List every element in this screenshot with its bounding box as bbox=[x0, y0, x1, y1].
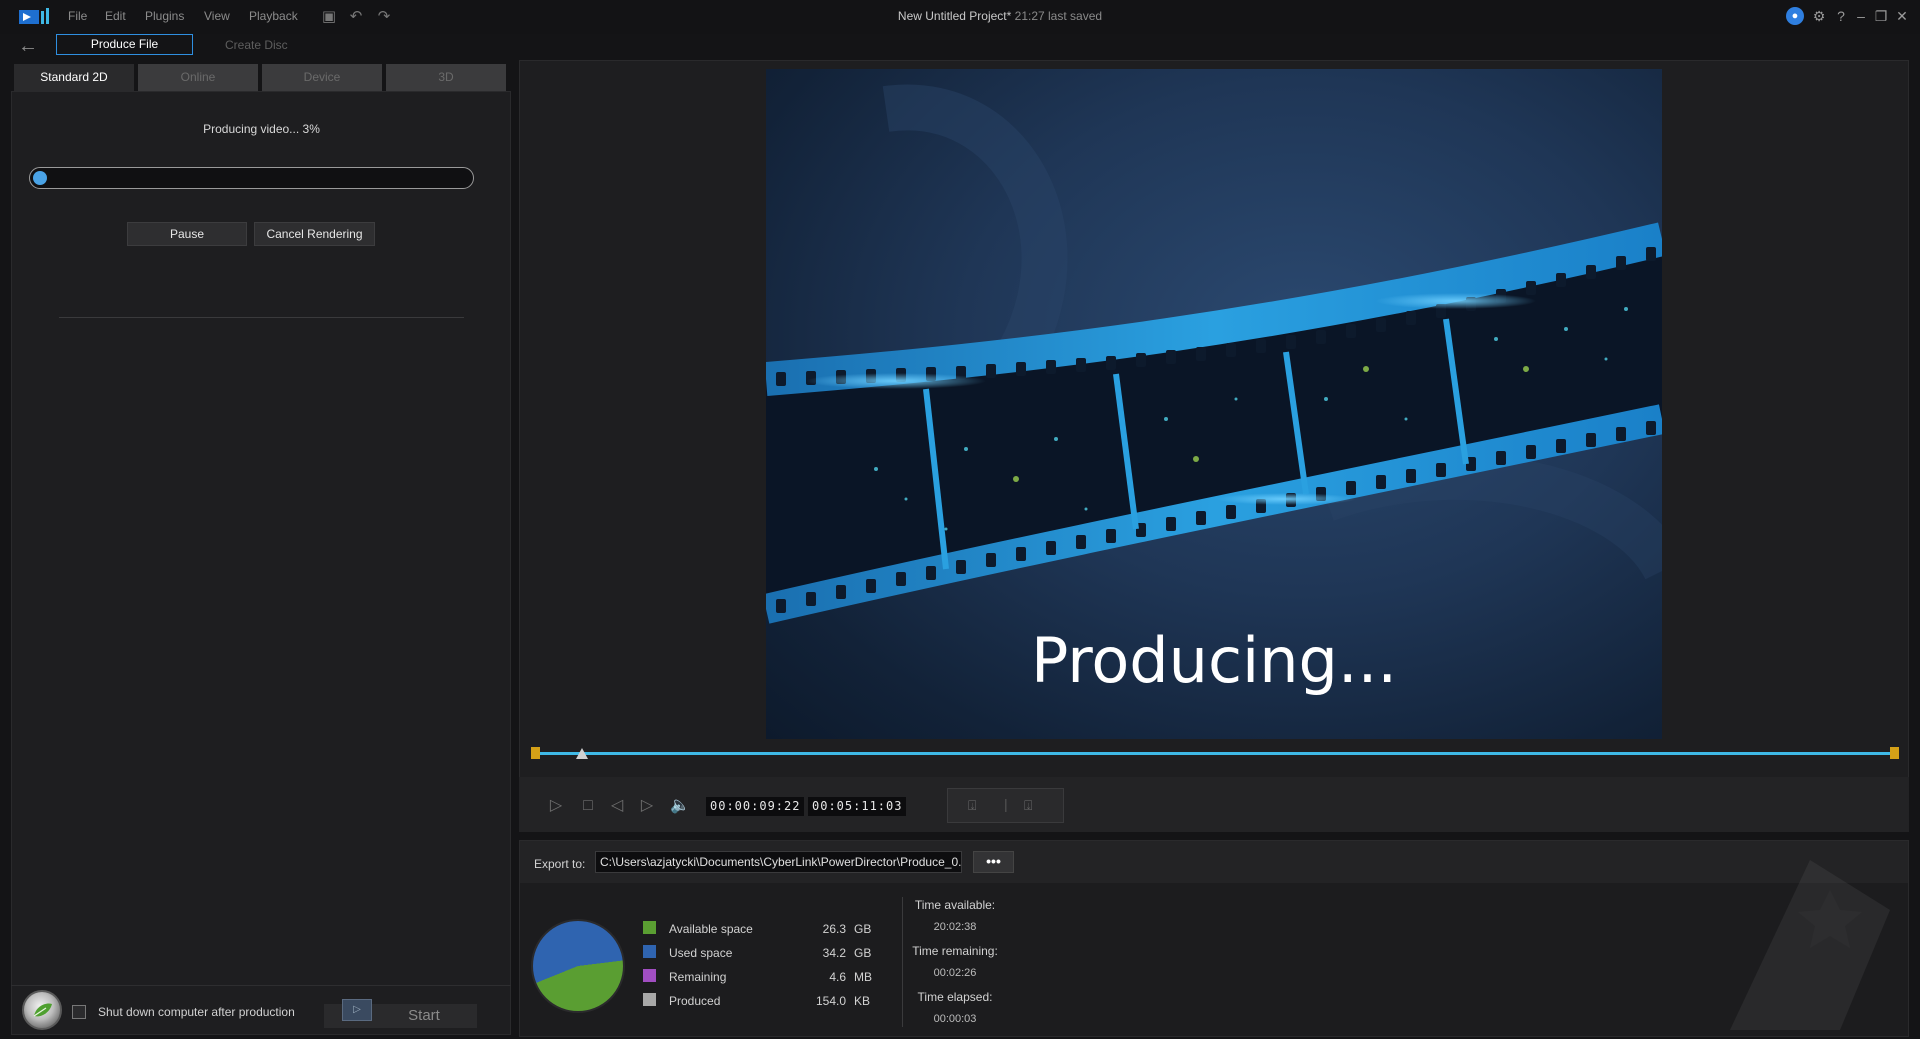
tab-3d[interactable]: 3D bbox=[386, 64, 506, 91]
close-icon[interactable]: ✕ bbox=[1893, 7, 1911, 25]
help-icon[interactable]: ? bbox=[1832, 7, 1850, 25]
time-elapsed-value: 00:00:03 bbox=[933, 1013, 977, 1025]
time-remaining-value: 00:02:26 bbox=[933, 967, 977, 979]
start-label: Start bbox=[408, 1007, 440, 1024]
start-produce-icon: ▷ bbox=[342, 999, 372, 1021]
restore-icon[interactable]: ❐ bbox=[1872, 7, 1890, 25]
menu-edit[interactable]: Edit bbox=[105, 9, 126, 23]
menu-playback[interactable]: Playback bbox=[249, 9, 298, 23]
pause-button[interactable]: Pause bbox=[127, 222, 247, 246]
tab-produce-file[interactable]: Produce File bbox=[56, 34, 193, 55]
timeline-scrubber[interactable] bbox=[535, 752, 1895, 755]
settings-gear-icon[interactable]: ⚙ bbox=[1810, 7, 1828, 25]
app-logo-icon[interactable] bbox=[18, 6, 50, 28]
project-title: New Untitled Project* 21:27 last saved bbox=[850, 9, 1150, 23]
current-timecode: 00:00:09:22 bbox=[706, 797, 805, 816]
shutdown-checkbox[interactable] bbox=[72, 1005, 86, 1019]
total-timecode: 00:05:11:03 bbox=[808, 797, 907, 816]
next-frame-icon[interactable]: ▷ bbox=[637, 796, 657, 816]
save-status: 21:27 last saved bbox=[1014, 9, 1103, 23]
produced-swatch bbox=[643, 993, 656, 1006]
mark-out-icon[interactable]: ⍗ bbox=[1024, 797, 1032, 814]
available-space-swatch bbox=[643, 921, 656, 934]
tab-create-disc[interactable]: Create Disc bbox=[225, 38, 288, 52]
production-status-text: Producing video... 3% bbox=[203, 122, 320, 136]
produced-value: 154.0 bbox=[815, 994, 846, 1008]
production-progress-bar bbox=[29, 167, 474, 189]
volume-icon[interactable]: 🔈 bbox=[670, 796, 690, 816]
producing-overlay-text: Producing... bbox=[1030, 624, 1398, 697]
undo-icon[interactable]: ↶ bbox=[347, 8, 365, 26]
progress-fill bbox=[33, 171, 47, 185]
tab-online[interactable]: Online bbox=[138, 64, 258, 91]
time-available-value: 20:02:38 bbox=[933, 921, 977, 933]
time-divider bbox=[902, 897, 903, 1027]
project-name: New Untitled Project* bbox=[897, 9, 1012, 23]
leaf-icon bbox=[33, 1003, 52, 1017]
time-elapsed-label: Time elapsed: bbox=[917, 990, 993, 1004]
browse-button[interactable]: ••• bbox=[973, 851, 1014, 873]
back-arrow-icon[interactable]: ← bbox=[18, 36, 42, 56]
mark-separator: | bbox=[1004, 796, 1008, 812]
used-space-unit: GB bbox=[854, 946, 872, 960]
mark-in-handle[interactable] bbox=[531, 747, 540, 759]
mark-in-icon[interactable]: ⍗ bbox=[968, 797, 976, 814]
tab-device[interactable]: Device bbox=[262, 64, 382, 91]
shutdown-label: Shut down computer after production bbox=[98, 1005, 295, 1019]
remaining-label: Remaining bbox=[669, 970, 727, 984]
time-remaining-label: Time remaining: bbox=[912, 944, 998, 958]
disk-usage-pie-chart bbox=[531, 919, 625, 1013]
used-space-label: Used space bbox=[669, 946, 733, 960]
stop-icon[interactable]: □ bbox=[578, 796, 598, 816]
remaining-swatch bbox=[643, 969, 656, 982]
menu-plugins[interactable]: Plugins bbox=[145, 9, 184, 23]
used-space-value: 34.2 bbox=[822, 946, 846, 960]
produced-unit: KB bbox=[854, 994, 871, 1008]
export-path-field[interactable]: C:\Users\azjatycki\Documents\CyberLink\P… bbox=[595, 851, 962, 873]
mark-buttons-group: ⍗ | ⍗ bbox=[947, 788, 1064, 823]
previous-frame-icon[interactable]: ◁ bbox=[607, 796, 627, 816]
time-available-label: Time available: bbox=[914, 898, 996, 912]
remaining-unit: MB bbox=[854, 970, 872, 984]
minimize-icon[interactable]: – bbox=[1852, 7, 1870, 25]
tab-standard-2d[interactable]: Standard 2D bbox=[14, 64, 134, 91]
cancel-rendering-button[interactable]: Cancel Rendering bbox=[254, 222, 375, 246]
eco-mode-leaf-icon[interactable] bbox=[22, 990, 62, 1030]
redo-icon[interactable]: ↷ bbox=[375, 8, 393, 26]
remaining-value: 4.6 bbox=[829, 970, 846, 984]
divider bbox=[59, 317, 464, 318]
available-space-label: Available space bbox=[669, 922, 753, 936]
play-icon[interactable]: ▷ bbox=[546, 796, 566, 816]
menu-view[interactable]: View bbox=[204, 9, 230, 23]
used-space-swatch bbox=[643, 945, 656, 958]
export-label: Export to: bbox=[534, 857, 586, 871]
menu-file[interactable]: File bbox=[68, 9, 87, 23]
available-space-value: 26.3 bbox=[822, 922, 846, 936]
playhead[interactable] bbox=[576, 748, 588, 759]
watermark-graphic-icon bbox=[1730, 860, 1890, 1030]
produced-label: Produced bbox=[669, 994, 721, 1008]
available-space-unit: GB bbox=[854, 922, 872, 936]
save-icon[interactable]: ▣ bbox=[320, 8, 338, 26]
video-preview: Producing... bbox=[766, 69, 1662, 739]
notification-icon[interactable]: ● bbox=[1786, 7, 1804, 25]
mark-out-handle[interactable] bbox=[1890, 747, 1899, 759]
